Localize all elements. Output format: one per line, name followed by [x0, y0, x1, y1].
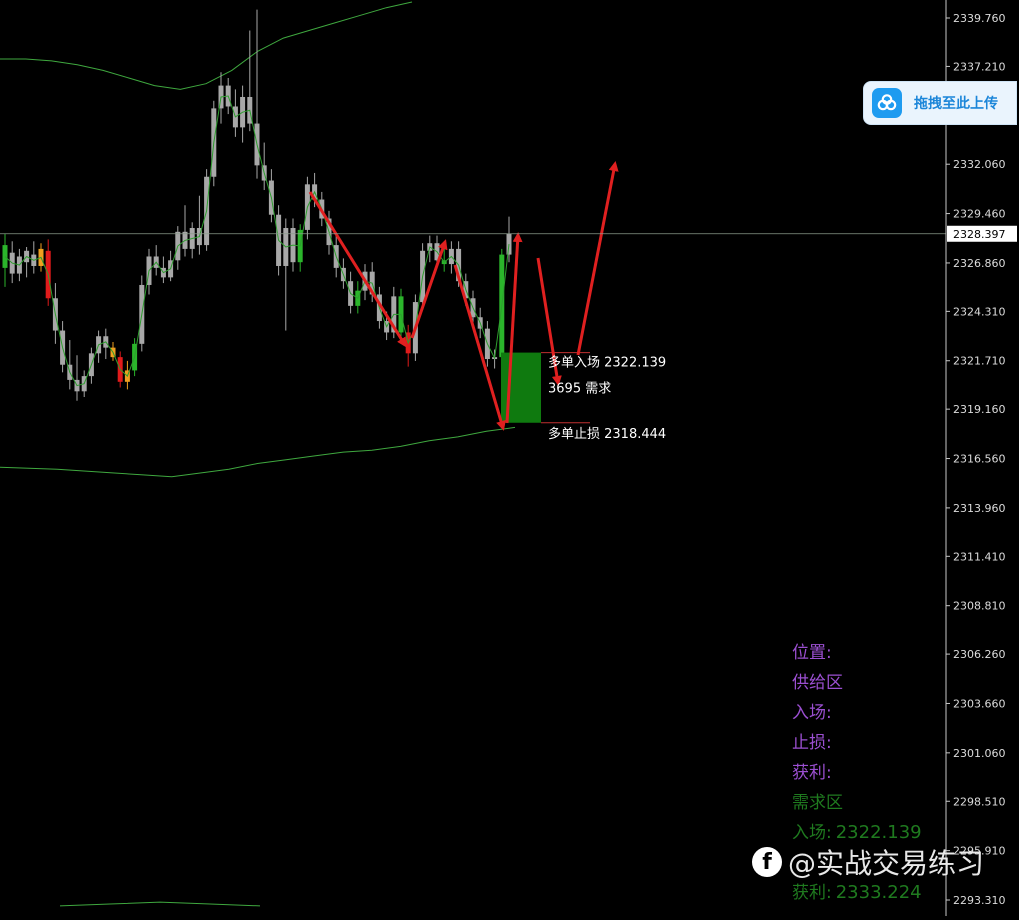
demand-profit-value: 2333.224	[835, 882, 922, 903]
cloud-icon	[872, 88, 902, 118]
demand-zone-label: 需求区	[792, 793, 843, 813]
demand-entry-label: 入场:	[792, 823, 832, 843]
demand-profit-label: 获利:	[792, 883, 832, 903]
demand-profit-row: 获利: 2333.224	[792, 878, 922, 908]
trend-arrow	[576, 161, 619, 356]
upload-drop-button[interactable]: 拖拽至此上传	[863, 81, 1017, 125]
axis-tick-label: 2329.460	[953, 208, 1006, 221]
axis-tick-label: 2311.410	[953, 550, 1006, 563]
stop-label: 多单止损 2318.444	[548, 426, 666, 442]
demand-label: 3695 需求	[548, 382, 611, 397]
demand-entry-value: 2322.139	[835, 822, 922, 843]
axis-tick-label: 2324.310	[953, 305, 1006, 318]
watermark-text: @实战交易练习	[788, 847, 985, 880]
axis-tick-label: 2308.810	[953, 600, 1006, 613]
axis-tick-label: 2319.160	[953, 403, 1006, 416]
upper-band-line	[0, 1, 413, 90]
axis-tick-label: 2298.510	[953, 795, 1006, 808]
axis-tick-label: 2306.260	[953, 648, 1006, 661]
axis-tick-label: 2316.560	[953, 453, 1006, 466]
candlesticks	[2, 9, 512, 401]
supply-profit-label: 获利:	[792, 763, 832, 783]
bottom-band-fragment	[59, 901, 261, 907]
entry-label: 多单入场 2322.139	[548, 355, 666, 371]
axis-tick-label: 2313.960	[953, 502, 1006, 515]
facebook-logo-icon: f	[752, 847, 782, 877]
supply-entry-label: 入场:	[792, 703, 832, 723]
watermark: f @实战交易练习	[752, 842, 984, 882]
axis-tick-label: 2293.310	[953, 894, 1006, 907]
upload-label: 拖拽至此上传	[914, 96, 998, 112]
axis-tick-label: 2339.760	[953, 12, 1006, 25]
lower-band-line	[0, 426, 516, 478]
current-price-label: 2328.397	[953, 228, 1006, 241]
supply-stop-label: 止损:	[792, 733, 832, 753]
axis-tick-label: 2326.860	[953, 257, 1006, 270]
candle-body	[2, 245, 8, 268]
supply-zone-label: 供给区	[792, 673, 843, 693]
axis-tick-label: 2301.060	[953, 747, 1006, 760]
position-label: 位置:	[792, 643, 832, 663]
axis-tick-label: 2321.710	[953, 355, 1006, 368]
trade-labels: 多单入场 2322.139 3695 需求 多单止损 2318.444	[548, 355, 666, 442]
trend-arrow	[308, 191, 407, 348]
axis-tick-label: 2303.660	[953, 697, 1006, 710]
axis-tick-label: 2337.210	[953, 60, 1006, 73]
trend-arrow	[410, 239, 448, 339]
axis-tick-label: 2332.060	[953, 158, 1006, 171]
